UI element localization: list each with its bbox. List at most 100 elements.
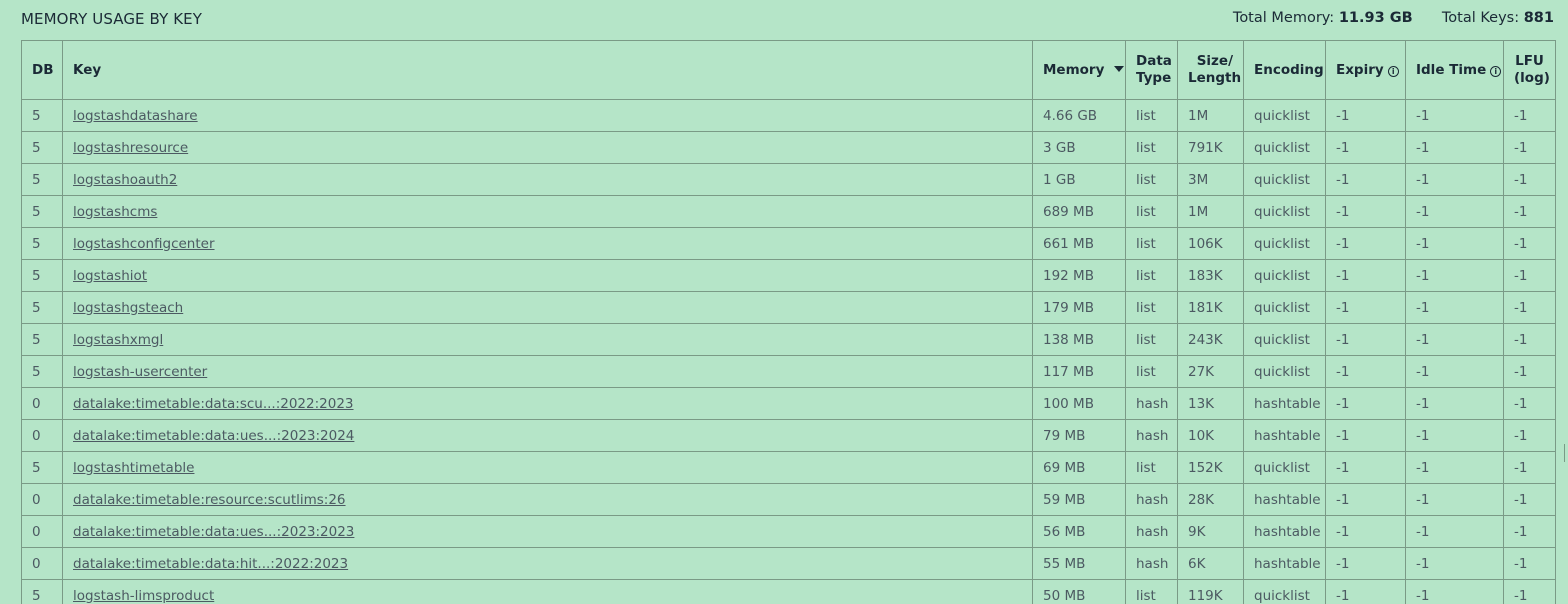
table-header-row: DB Key Memory Data Type Size/Length Encod…	[21, 40, 1556, 100]
cell-expiry: -1	[1325, 259, 1406, 292]
cell-expiry: -1	[1325, 163, 1406, 196]
cell-memory: 56 MB	[1032, 515, 1126, 548]
total-keys-value: 881	[1523, 10, 1554, 26]
cell-memory: 100 MB	[1032, 387, 1126, 420]
cell-lfu: -1	[1503, 291, 1556, 324]
cell-lfu: -1	[1503, 483, 1556, 516]
cell-db: 0	[21, 547, 63, 580]
cell-memory: 1 GB	[1032, 163, 1126, 196]
cell-idle: -1	[1405, 579, 1504, 604]
cell-size: 183K	[1177, 259, 1244, 292]
cell-type: hash	[1125, 547, 1178, 580]
key-link[interactable]: logstashtimetable	[73, 460, 194, 476]
cell-size: 28K	[1177, 483, 1244, 516]
cell-type: list	[1125, 195, 1178, 228]
cell-expiry: -1	[1325, 451, 1406, 484]
cell-idle: -1	[1405, 291, 1504, 324]
table-row: 5 logstashiot 192 MB list 183K quicklist -1 -1-…	[21, 259, 1556, 292]
sort-desc-icon[interactable]	[1114, 65, 1125, 72]
cell-encoding: quicklist	[1243, 195, 1326, 228]
cell-db: 5	[21, 579, 63, 604]
cell-idle: -1	[1405, 451, 1504, 484]
cell-memory: 79 MB	[1032, 419, 1126, 452]
cell-key: logstash-limsproduct	[62, 579, 1033, 604]
cell-key: logstashresource	[62, 131, 1033, 164]
table-row: 5 logstashconfigcenter 661 MB list 106K quick…	[21, 227, 1556, 260]
cell-db: 5	[21, 259, 63, 292]
cell-idle: -1	[1405, 547, 1504, 580]
table-row: 5 logstash-usercenter 117 MB list 27K quickli…	[21, 355, 1556, 388]
cell-memory: 689 MB	[1032, 195, 1126, 228]
key-link[interactable]: logstashdatashare	[73, 108, 198, 124]
cell-size: 119K	[1177, 579, 1244, 604]
cell-expiry: -1	[1325, 227, 1406, 260]
key-link[interactable]: datalake:timetable:data:scu...:2022:2023	[73, 396, 354, 412]
cell-memory: 69 MB	[1032, 451, 1126, 484]
key-link[interactable]: logstashgsteach	[73, 300, 183, 316]
key-link[interactable]: logstashcms	[73, 204, 157, 220]
key-link[interactable]: logstash-usercenter	[73, 364, 207, 380]
cell-lfu: -1	[1503, 387, 1556, 420]
cell-size: 243K	[1177, 323, 1244, 356]
cell-type: list	[1125, 259, 1178, 292]
key-link[interactable]: logstashiot	[73, 268, 147, 284]
cell-key: logstashiot	[62, 259, 1033, 292]
cell-encoding: hashtable	[1243, 387, 1326, 420]
column-header-data-type[interactable]: Data Type	[1125, 40, 1178, 100]
cell-key: logstash-usercenter	[62, 355, 1033, 388]
cell-db: 5	[21, 131, 63, 164]
table-row: 5 logstashxmgl 138 MB list 243K quicklist -1 -1…	[21, 323, 1556, 356]
key-link[interactable]: logstashxmgl	[73, 332, 163, 348]
cell-size: 106K	[1177, 227, 1244, 260]
cell-memory: 59 MB	[1032, 483, 1126, 516]
cell-memory: 192 MB	[1032, 259, 1126, 292]
column-header-db[interactable]: DB	[21, 40, 63, 100]
cell-encoding: hashtable	[1243, 515, 1326, 548]
cell-type: hash	[1125, 483, 1178, 516]
key-link[interactable]: logstash-limsproduct	[73, 588, 214, 604]
cell-encoding: quicklist	[1243, 163, 1326, 196]
info-icon[interactable]: i	[1387, 65, 1399, 77]
cell-db: 0	[21, 483, 63, 516]
cell-memory: 4.66 GB	[1032, 99, 1126, 132]
key-link[interactable]: logstashconfigcenter	[73, 236, 215, 252]
table-row: 5 logstashresource 3 GB list 791K quicklist -1…	[21, 131, 1556, 164]
cell-size: 10K	[1177, 419, 1244, 452]
column-header-memory[interactable]: Memory	[1032, 40, 1126, 100]
cell-size: 13K	[1177, 387, 1244, 420]
cell-db: 0	[21, 387, 63, 420]
cell-type: list	[1125, 323, 1178, 356]
cell-size: 181K	[1177, 291, 1244, 324]
cell-idle: -1	[1405, 515, 1504, 548]
resize-handle[interactable]	[1564, 444, 1568, 462]
cell-key: datalake:timetable:data:ues...:2023:2023	[62, 515, 1033, 548]
key-link[interactable]: datalake:timetable:data:ues...:2023:2024	[73, 428, 354, 444]
column-header-size-length[interactable]: Size/Length	[1177, 40, 1244, 100]
cell-idle: -1	[1405, 387, 1504, 420]
key-link[interactable]: datalake:timetable:data:ues...:2023:2023	[73, 524, 354, 540]
key-link[interactable]: datalake:timetable:resource:scutlims:26	[73, 492, 346, 508]
column-header-encoding[interactable]: Encoding	[1243, 40, 1326, 100]
table-row: 5 logstash-limsproduct 50 MB list 119K quickl…	[21, 579, 1556, 604]
column-header-idle-time[interactable]: Idle Time i	[1405, 40, 1504, 100]
cell-type: list	[1125, 355, 1178, 388]
cell-memory: 117 MB	[1032, 355, 1126, 388]
column-header-key[interactable]: Key	[62, 40, 1033, 100]
column-header-expiry[interactable]: Expiry i	[1325, 40, 1406, 100]
column-header-lfu-log[interactable]: LFU (log)	[1503, 40, 1556, 100]
cell-memory: 50 MB	[1032, 579, 1126, 604]
total-memory-value: 11.93 GB	[1338, 10, 1413, 26]
cell-encoding: quicklist	[1243, 451, 1326, 484]
cell-expiry: -1	[1325, 323, 1406, 356]
cell-lfu: -1	[1503, 227, 1556, 260]
cell-key: datalake:timetable:data:ues...:2023:2024	[62, 419, 1033, 452]
cell-key: datalake:timetable:resource:scutlims:26	[62, 483, 1033, 516]
cell-db: 5	[21, 355, 63, 388]
info-icon[interactable]: i	[1490, 65, 1502, 77]
key-link[interactable]: datalake:timetable:data:hit...:2022:2023	[73, 556, 348, 572]
cell-lfu: -1	[1503, 515, 1556, 548]
summary-stats: Total Memory: 11.93 GB Total Keys: 881	[1233, 10, 1554, 26]
key-link[interactable]: logstashoauth2	[73, 172, 177, 188]
cell-memory: 661 MB	[1032, 227, 1126, 260]
key-link[interactable]: logstashresource	[73, 140, 188, 156]
